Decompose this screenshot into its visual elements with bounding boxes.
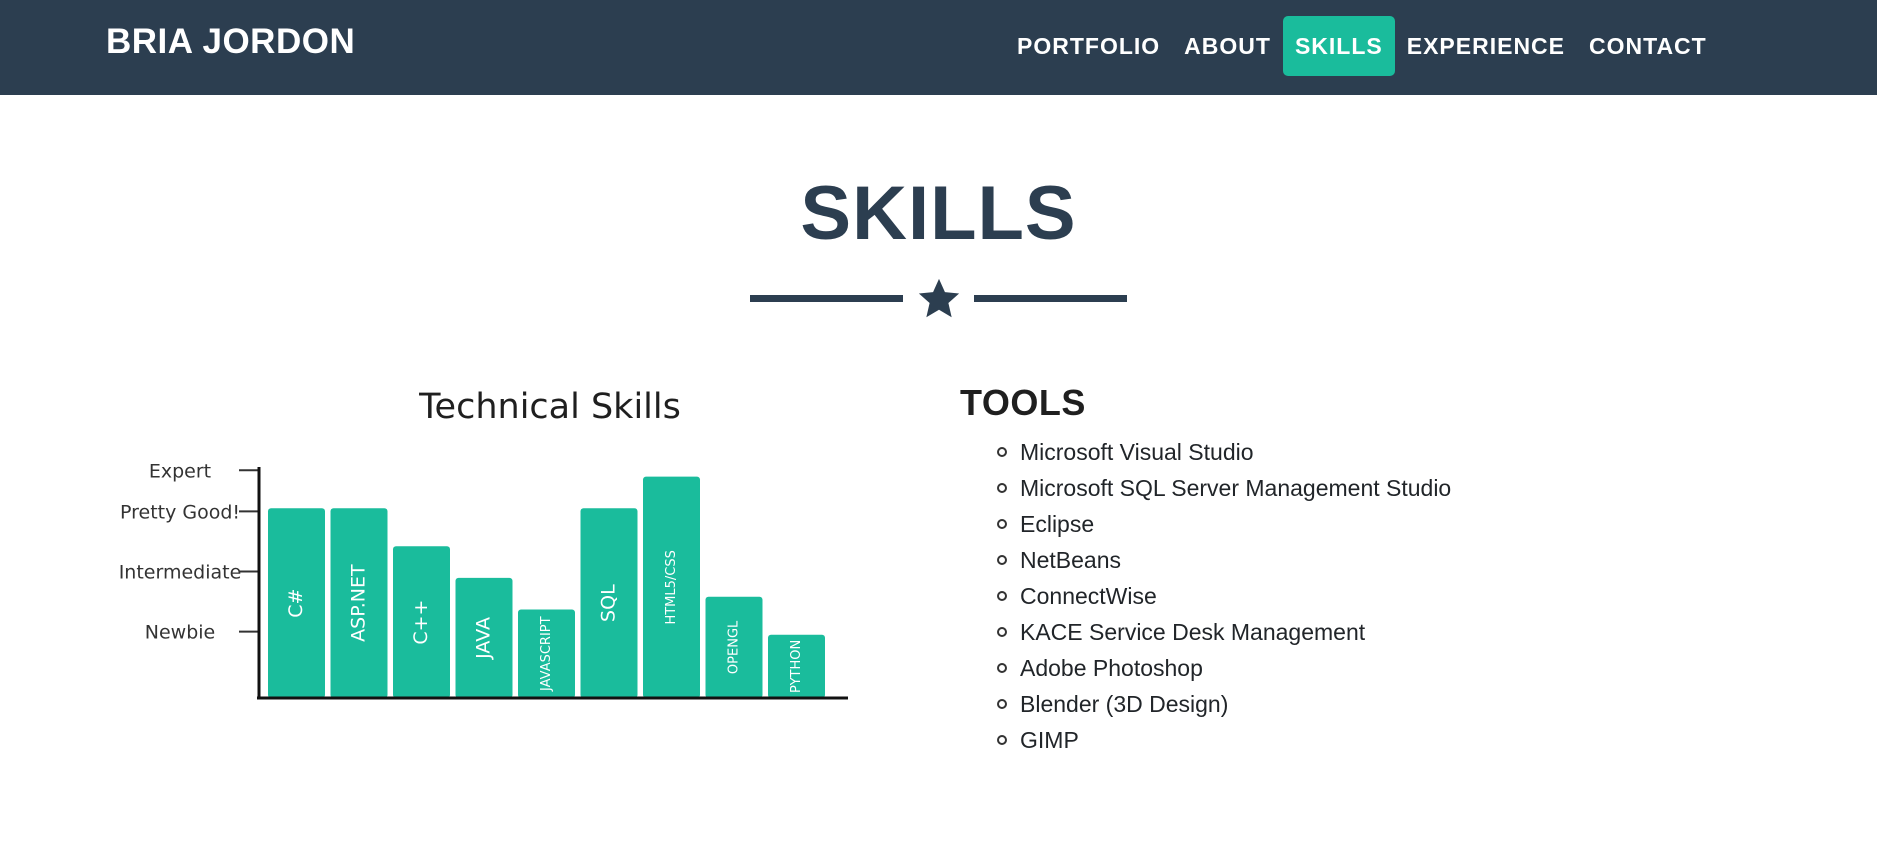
tools-item-label: KACE Service Desk Management (1020, 619, 1366, 645)
tools-list-item: ConnectWise (995, 578, 1451, 614)
y-tick-label: Newbie (145, 622, 215, 644)
tools-list-item: NetBeans (995, 542, 1451, 578)
divider-line-left (750, 295, 903, 302)
bar-label: C# (285, 589, 307, 618)
y-tick-label: Pretty Good! (120, 501, 240, 523)
tools-list-item: GIMP (995, 722, 1451, 758)
circle-bullet-icon (997, 483, 1007, 493)
bar-label: JAVASCRIPT (539, 616, 554, 692)
circle-bullet-icon (997, 735, 1007, 745)
nav-item-portfolio[interactable]: PORTFOLIO (1005, 16, 1172, 76)
circle-bullet-icon (997, 699, 1007, 709)
tools-list: Microsoft Visual Studio Microsoft SQL Ser… (995, 434, 1451, 758)
tools-item-label: Eclipse (1020, 511, 1095, 537)
bar-label: HTML5/CSS (664, 550, 679, 624)
star-icon (918, 278, 960, 318)
bar-label: ASP.NET (348, 564, 370, 642)
tools-item-label: Adobe Photoshop (1020, 655, 1203, 681)
chart-title: Technical Skills (418, 387, 681, 427)
y-tick-label: Expert (149, 460, 211, 482)
bar-label: JAVA (473, 617, 495, 660)
circle-bullet-icon (997, 555, 1007, 565)
circle-bullet-icon (997, 519, 1007, 529)
nav-item-contact[interactable]: CONTACT (1577, 16, 1719, 76)
page-title: SKILLS (800, 171, 1077, 256)
navbar: BRIA JORDON PORTFOLIO ABOUT SKILLS EXPER… (0, 0, 1877, 95)
tools-list-item: KACE Service Desk Management (995, 614, 1451, 650)
bar-label: C++ (410, 600, 432, 645)
technical-skills-chart: Technical Skills Newbie Intermediate Prett… (120, 375, 860, 715)
tools-item-label: Microsoft Visual Studio (1020, 439, 1254, 465)
nav-item-skills[interactable]: SKILLS (1282, 16, 1395, 76)
tools-item-label: Microsoft SQL Server Management Studio (1020, 475, 1452, 501)
bar-label: PYTHON (789, 640, 804, 693)
bar-label: SQL (598, 584, 620, 622)
tools-item-label: NetBeans (1020, 547, 1122, 573)
chart-svg: Technical Skills Newbie Intermediate Prett… (120, 387, 848, 700)
tools-item-label: Blender (3D Design) (1020, 691, 1229, 717)
circle-bullet-icon (997, 591, 1007, 601)
tools-list-item: Microsoft SQL Server Management Studio (995, 470, 1451, 506)
bar-label: OPENGL (727, 620, 742, 674)
nav-menu: PORTFOLIO ABOUT SKILLS EXPERIENCE CONTAC… (1005, 16, 1719, 76)
tools-list-item: Microsoft Visual Studio (995, 434, 1451, 470)
divider-line-right (974, 295, 1127, 302)
y-tick-label: Intermediate (120, 562, 241, 584)
circle-bullet-icon (997, 447, 1007, 457)
circle-bullet-icon (997, 663, 1007, 673)
tools-item-label: GIMP (1020, 727, 1079, 753)
tools-item-label: ConnectWise (1020, 583, 1157, 609)
tools-list-item: Eclipse (995, 506, 1451, 542)
nav-item-about[interactable]: ABOUT (1172, 16, 1283, 76)
circle-bullet-icon (997, 627, 1007, 637)
nav-item-experience[interactable]: EXPERIENCE (1395, 16, 1577, 76)
tools-list-item: Blender (3D Design) (995, 686, 1451, 722)
tools-list-item: Adobe Photoshop (995, 650, 1451, 686)
heading-divider (750, 276, 1127, 320)
tools-heading: TOOLS (960, 382, 1086, 423)
brand-link[interactable]: BRIA JORDON (106, 22, 355, 62)
